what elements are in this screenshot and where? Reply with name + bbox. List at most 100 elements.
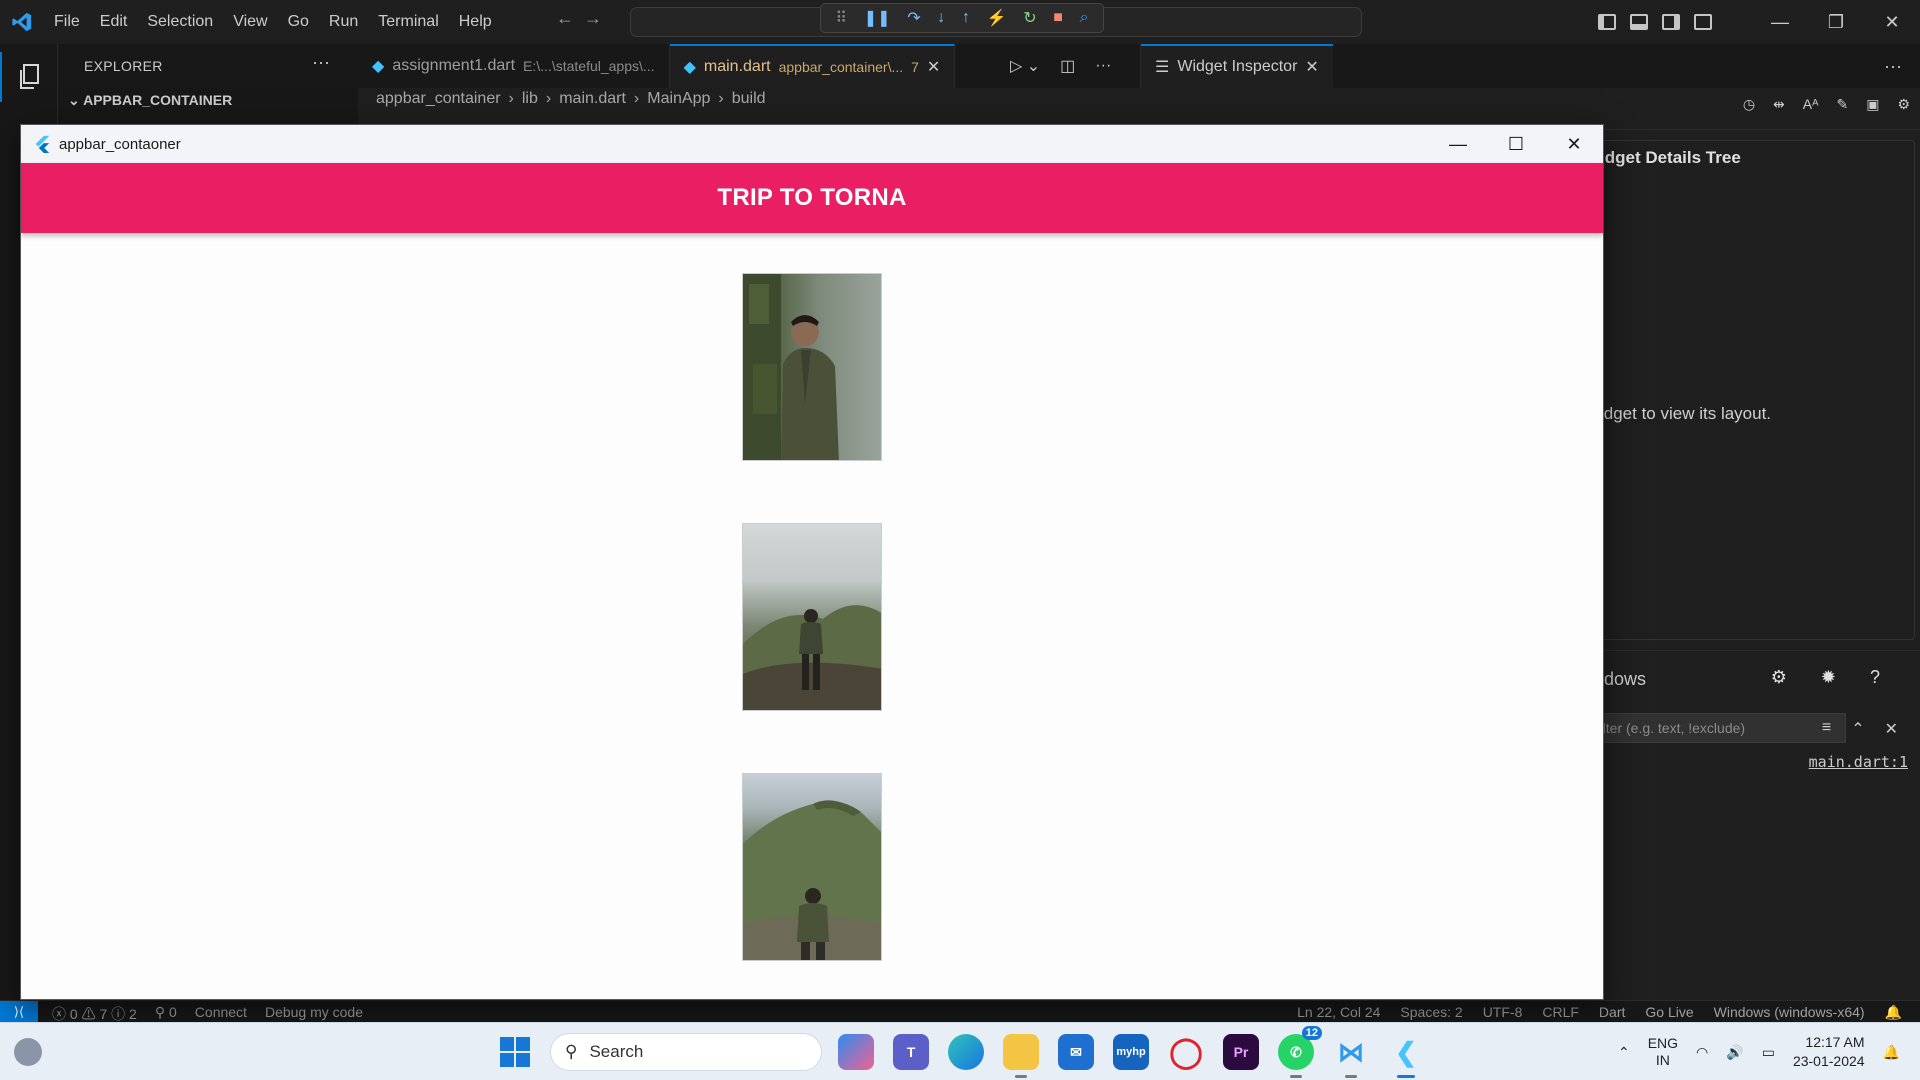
myhp-icon[interactable]: myhp [1113, 1034, 1149, 1070]
image-icon[interactable]: ▣ [1866, 96, 1879, 113]
back-arrow-icon[interactable]: ← [556, 8, 574, 29]
cursor-position[interactable]: Ln 22, Col 24 [1297, 1004, 1380, 1021]
breadcrumb-item[interactable]: build [732, 90, 766, 108]
split-editor-icon[interactable]: ◫ [1060, 56, 1075, 76]
hot-reload-icon[interactable]: ⚡ [987, 8, 1007, 28]
remote-icon[interactable]: ⟩⟨ [0, 1001, 38, 1023]
settings-gear-icon[interactable]: ⚙ [1897, 96, 1910, 113]
app-maximize-button[interactable]: ☐ [1487, 125, 1545, 163]
go-live-button[interactable]: Go Live [1645, 1004, 1693, 1021]
restore-button[interactable]: ❐ [1808, 0, 1864, 44]
toggle-sidebar-icon[interactable] [1598, 14, 1616, 30]
wifi-icon[interactable]: ◠ [1696, 1044, 1708, 1061]
connect-status[interactable]: Connect [195, 1004, 247, 1024]
tab-assignment1[interactable]: ◆ assignment1.dart E:\...\stateful_apps\… [358, 44, 670, 88]
battery-icon[interactable]: ▭ [1762, 1044, 1775, 1061]
minimize-button[interactable]: — [1752, 0, 1808, 44]
chevron-up-icon[interactable]: ⌃ [1851, 719, 1864, 739]
mail-icon[interactable]: ✉ [1058, 1034, 1094, 1070]
edge-icon[interactable] [948, 1034, 984, 1070]
help-icon[interactable]: ? [1870, 667, 1880, 688]
tab-label: assignment1.dart [392, 57, 516, 74]
breadcrumb-item[interactable]: main.dart [559, 90, 626, 108]
windows-start-icon[interactable] [500, 1037, 530, 1067]
line-ending[interactable]: CRLF [1542, 1004, 1579, 1021]
tab-main-dart[interactable]: ◆ main.dart appbar_container\... 7 ✕ [669, 44, 956, 88]
menu-selection[interactable]: Selection [137, 0, 223, 44]
wrap-icon[interactable]: ≡ [1822, 719, 1831, 739]
copilot-icon[interactable] [838, 1034, 874, 1070]
repaint-icon[interactable]: ✎ [1836, 96, 1848, 113]
step-over-icon[interactable]: ↷ [907, 8, 920, 28]
taskbar-search[interactable]: ⚲ Search [550, 1033, 822, 1071]
customize-layout-icon[interactable] [1694, 14, 1712, 30]
filter-input[interactable]: Filter (e.g. text, !exclude) [1580, 713, 1846, 743]
navigation-arrows: ← → [556, 8, 602, 29]
menu-terminal[interactable]: Terminal [368, 0, 448, 44]
flutter-taskbar-icon[interactable]: ❮ [1388, 1034, 1424, 1078]
indentation[interactable]: Spaces: 2 [1400, 1004, 1462, 1021]
toggle-panel-icon[interactable] [1630, 14, 1648, 30]
opera-icon[interactable]: ◯ [1168, 1034, 1204, 1070]
explorer-icon[interactable] [0, 52, 58, 102]
device-selector[interactable]: Windows (windows-x64) [1714, 1004, 1865, 1021]
tab-widget-inspector[interactable]: ☰ Widget Inspector ✕ [1141, 44, 1333, 88]
forward-arrow-icon[interactable]: → [584, 8, 602, 29]
menu-file[interactable]: File [44, 0, 90, 44]
encoding[interactable]: UTF-8 [1483, 1004, 1523, 1021]
language-indicator[interactable]: ENG IN [1648, 1035, 1678, 1069]
menu-go[interactable]: Go [278, 0, 319, 44]
gear-icon[interactable]: ⚙ [1771, 667, 1787, 688]
folder-node[interactable]: ⌄ APPBAR_CONTAINER [68, 92, 232, 109]
bell-icon[interactable]: 🔔 [1885, 1004, 1902, 1021]
inspect-icon[interactable]: ⌕ [1080, 9, 1089, 27]
source-link[interactable]: main.dart:1 [1809, 753, 1908, 771]
ports-status[interactable]: ⚲ 0 [155, 1004, 177, 1024]
menu-edit[interactable]: Edit [90, 0, 138, 44]
close-tab-icon[interactable]: ✕ [1305, 57, 1318, 77]
menu-view[interactable]: View [223, 0, 277, 44]
language-mode[interactable]: Dart [1599, 1004, 1625, 1021]
debug-status[interactable]: Debug my code [265, 1004, 363, 1024]
more-actions-icon[interactable]: ··· [1095, 57, 1111, 75]
volume-icon[interactable]: 🔊 [1726, 1044, 1743, 1061]
more-actions-icon[interactable]: ··· [1884, 56, 1902, 77]
weather-widget-icon[interactable] [14, 1038, 42, 1066]
clock[interactable]: 12:17 AM 23-01-2024 [1793, 1033, 1865, 1071]
problems-status[interactable]: ⓧ 0 ⚠ 7 ⓘ 2 [52, 1004, 137, 1024]
lang-top: ENG [1647, 1035, 1679, 1051]
close-tab-icon[interactable]: ✕ [927, 57, 940, 77]
notification-bell-icon[interactable]: 🔔 [1883, 1044, 1900, 1061]
run-icon[interactable]: ▷ ⌄ [1010, 56, 1040, 76]
close-panel-icon[interactable]: ✕ [1885, 719, 1898, 739]
chevron-up-icon[interactable]: ⌃ [1618, 1044, 1630, 1061]
breadcrumb: appbar_container › lib › main.dart › MainAp… [376, 90, 766, 108]
step-out-icon[interactable]: ↑ [962, 9, 970, 27]
breadcrumb-item[interactable]: appbar_container [376, 90, 501, 108]
bug-icon[interactable]: ✹ [1821, 667, 1836, 688]
close-button[interactable]: ✕ [1864, 0, 1920, 44]
menu-run[interactable]: Run [319, 0, 368, 44]
breadcrumb-item[interactable]: lib [522, 90, 538, 108]
baseline-icon[interactable]: Aᴬ [1803, 96, 1819, 113]
problems-count: 7 [911, 59, 919, 75]
teams-icon[interactable]: T [893, 1034, 929, 1070]
timer-icon[interactable]: ◷ [1743, 96, 1755, 113]
app-minimize-button[interactable]: — [1429, 125, 1487, 163]
more-actions-icon[interactable]: ··· [312, 52, 330, 73]
app-close-button[interactable]: ✕ [1545, 125, 1603, 163]
step-into-icon[interactable]: ↓ [937, 9, 945, 27]
vscode-taskbar-icon[interactable]: ⋈ [1333, 1034, 1369, 1078]
toggle-secondary-sidebar-icon[interactable] [1662, 14, 1680, 30]
file-explorer-icon[interactable] [1003, 1034, 1039, 1078]
restart-icon[interactable]: ↻ [1023, 8, 1036, 28]
app-window-titlebar[interactable]: appbar_contaoner — ☐ ✕ [21, 125, 1603, 163]
menu-help[interactable]: Help [449, 0, 502, 44]
guidelines-icon[interactable]: ⇹ [1773, 96, 1785, 113]
pause-icon[interactable]: ❚❚ [864, 8, 891, 28]
whatsapp-icon[interactable]: ✆ 12 [1278, 1026, 1322, 1078]
drag-handle-icon[interactable]: ⠿ [835, 8, 847, 28]
stop-icon[interactable]: ■ [1053, 9, 1063, 27]
breadcrumb-item[interactable]: MainApp [647, 90, 710, 108]
premiere-pro-icon[interactable]: Pr [1223, 1034, 1259, 1070]
